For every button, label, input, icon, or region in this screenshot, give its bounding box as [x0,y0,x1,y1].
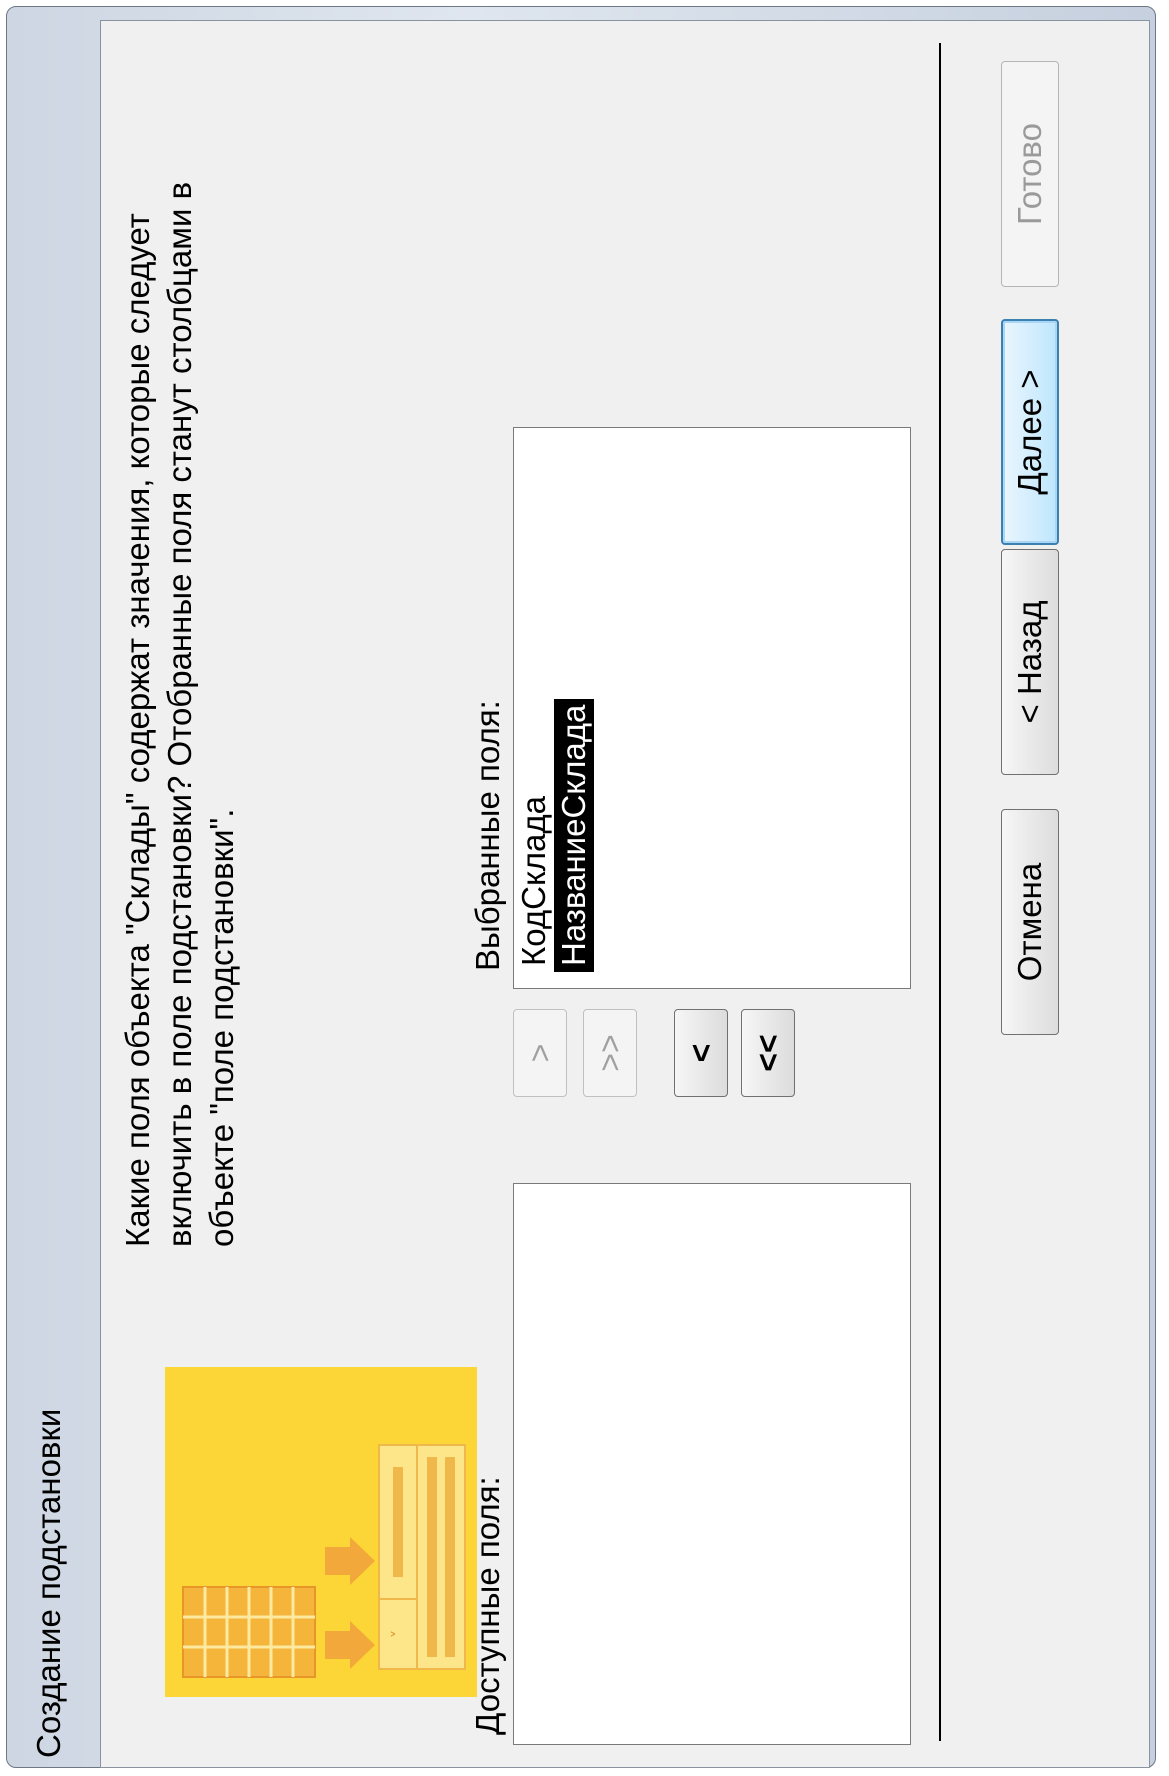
back-button[interactable]: < Назад [1001,549,1059,775]
wizard-body: ˅ Какие поля объекта "Склады" содержат з… [100,20,1150,1768]
lookup-wizard-icon: ˅ [165,1367,477,1697]
divider [939,43,941,1741]
selected-fields-list[interactable]: КодСклада НазваниеСклада [513,427,911,989]
list-item-selected[interactable]: НазваниеСклада [554,698,594,972]
remove-all-button[interactable]: << [741,1009,795,1097]
remove-one-button[interactable]: < [674,1009,728,1097]
wizard-illustration: ˅ [165,1367,477,1697]
add-one-button[interactable]: > [513,1009,567,1097]
wizard-question: Какие поля объекта "Склады" содержат зна… [119,181,240,1247]
add-all-button[interactable]: >> [583,1009,637,1097]
dialog-content: Создание подстановки ˅ Какие поля объект… [0,0,1169,1776]
svg-text:˅: ˅ [389,1630,410,1639]
next-button[interactable]: Далее > [1001,319,1059,545]
cancel-button[interactable]: Отмена [1001,809,1059,1035]
available-fields-list[interactable] [513,1183,911,1745]
list-item[interactable]: КодСклада [514,428,554,988]
selected-fields-label: Выбранные поля: [469,700,506,971]
available-fields-label: Доступные поля: [469,1476,506,1735]
window-title: Создание подстановки [30,1408,67,1758]
finish-button[interactable]: Готово [1001,61,1059,287]
